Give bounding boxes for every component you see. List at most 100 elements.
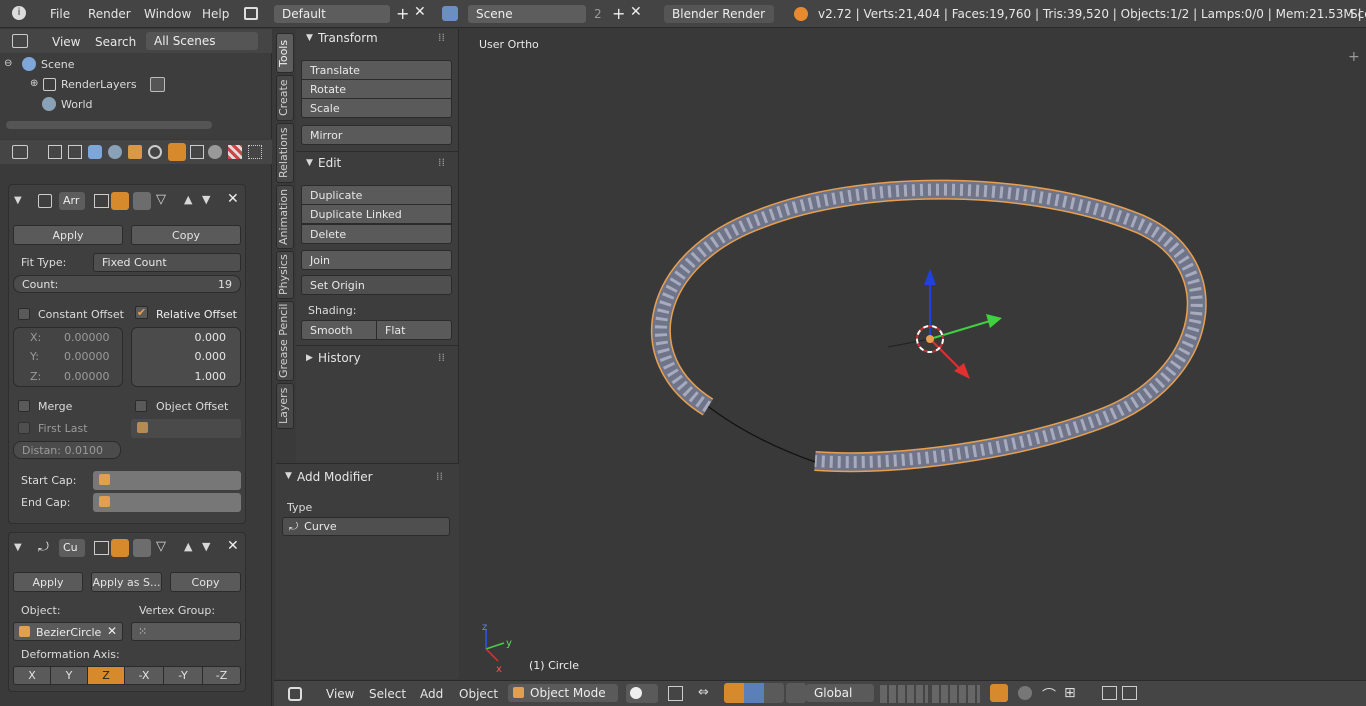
collapse-arrow-icon[interactable]: ▼ [14, 195, 22, 206]
curve-name-field[interactable]: Cu [59, 539, 85, 557]
orientation-select[interactable]: Global [806, 684, 874, 702]
relative-offset-checkbox[interactable]: ✔ [135, 306, 148, 319]
const-y-value[interactable]: 0.00000 [64, 350, 110, 363]
move-down-icon[interactable]: ▼ [202, 193, 210, 206]
menu-file[interactable]: File [50, 7, 70, 21]
outliner-row-scene[interactable]: ⊖ Scene [0, 55, 272, 75]
screen-layout-icon[interactable] [244, 7, 258, 20]
delete-button[interactable]: Delete [301, 224, 452, 244]
close-scene-icon[interactable]: ✕ [630, 4, 642, 20]
history-header[interactable]: History [318, 351, 361, 365]
tab-physics[interactable]: Physics [276, 251, 294, 299]
rotate-button[interactable]: Rotate [301, 79, 452, 99]
drag-handle-icon[interactable]: ⁞⁞ [438, 351, 445, 364]
fit-type-select[interactable]: Fixed Count [93, 253, 241, 272]
cage-toggle-icon[interactable]: ▽ [156, 539, 166, 554]
rotate-manipulator-icon[interactable] [744, 683, 764, 703]
add-layout-icon[interactable]: + [396, 4, 409, 23]
modifiers-tab-icon[interactable] [168, 143, 186, 161]
collapse-arrow-icon[interactable]: ▼ [306, 158, 313, 168]
edit-header[interactable]: Edit [318, 156, 341, 170]
move-down-icon[interactable]: ▼ [202, 540, 210, 553]
cage-toggle-icon[interactable]: ▽ [156, 192, 166, 207]
outliner-scrollbar[interactable] [6, 121, 212, 129]
move-up-icon[interactable]: ▲ [184, 193, 192, 206]
outliner-menu-view[interactable]: View [52, 35, 80, 49]
translate-button[interactable]: Translate [301, 60, 452, 80]
editmode-toggle-icon[interactable] [133, 539, 151, 557]
close-layout-icon[interactable]: ✕ [414, 4, 426, 20]
first-last-checkbox[interactable] [18, 422, 30, 434]
axis-neg-z-button[interactable]: -Z [202, 666, 241, 685]
shading-select[interactable] [626, 684, 658, 703]
merge-distance-field[interactable]: Distan: 0.0100 [13, 441, 121, 459]
smooth-button[interactable]: Smooth [301, 320, 377, 340]
remove-modifier-icon[interactable]: ✕ [227, 538, 239, 554]
scene-icon[interactable] [442, 6, 458, 21]
menu-object[interactable]: Object [459, 687, 498, 701]
editor-type-icon[interactable] [12, 145, 28, 159]
axis-z-button[interactable]: Z [87, 666, 125, 685]
scale-button[interactable]: Scale [301, 98, 452, 118]
curve-apply-button[interactable]: Apply [13, 572, 83, 592]
menu-help[interactable]: Help [202, 7, 229, 21]
axis-neg-y-button[interactable]: -Y [163, 666, 203, 685]
curve-copy-button[interactable]: Copy [170, 572, 241, 592]
array-apply-button[interactable]: Apply [13, 225, 123, 245]
curve-object-field[interactable]: BezierCircle ✕ [13, 622, 123, 641]
move-up-icon[interactable]: ▲ [184, 540, 192, 553]
mode-select[interactable]: Object Mode [508, 684, 618, 702]
rel-y-value[interactable]: 0.000 [195, 350, 227, 363]
drag-handle-icon[interactable]: ⁞⁞ [438, 156, 445, 169]
merge-checkbox[interactable] [18, 400, 30, 412]
expand-icon[interactable]: ⊕ [30, 78, 38, 89]
render-tab-icon[interactable] [48, 145, 62, 159]
axis-y-button[interactable]: Y [50, 666, 88, 685]
render-toggle-icon[interactable] [94, 194, 109, 208]
proportional-falloff-icon[interactable]: ⌒ [1042, 685, 1056, 705]
pivot-icon[interactable] [668, 686, 683, 701]
outliner-row-renderlayers[interactable]: ⊕ RenderLayers [0, 75, 272, 95]
add-scene-icon[interactable]: + [612, 4, 625, 23]
collapse-arrow-icon[interactable]: ▼ [285, 471, 292, 481]
axis-neg-x-button[interactable]: -X [124, 666, 164, 685]
scene-field[interactable]: Scene [468, 5, 586, 23]
offset-object-field[interactable] [131, 419, 241, 438]
layers-grid-2[interactable] [932, 685, 980, 703]
mirror-button[interactable]: Mirror [301, 125, 452, 145]
viewport-3d[interactable]: User Ortho + z y x (1) Circle [460, 29, 1366, 679]
manipulator-icon[interactable]: ⇔ [698, 685, 709, 700]
data-tab-icon[interactable] [190, 145, 204, 159]
editor-type-icon[interactable] [288, 687, 302, 701]
constraints-tab-icon[interactable] [148, 145, 162, 159]
render-toggle-icon[interactable] [94, 541, 109, 555]
info-icon[interactable]: i [12, 6, 26, 20]
curve-apply-shape-button[interactable]: Apply as S... [91, 572, 162, 592]
outliner-row-world[interactable]: World [0, 95, 272, 115]
collapse-arrow-icon[interactable]: ▼ [14, 542, 22, 553]
axis-x-button[interactable]: X [13, 666, 51, 685]
menu-select[interactable]: Select [369, 687, 406, 701]
editor-type-icon[interactable] [12, 34, 28, 48]
tab-create[interactable]: Create [276, 75, 294, 121]
screen-layout-field[interactable]: Default [274, 5, 390, 23]
tab-tools[interactable]: Tools [276, 33, 294, 73]
const-x-value[interactable]: 0.00000 [64, 331, 110, 344]
editmode-toggle-icon[interactable] [133, 192, 151, 210]
drag-handle-icon[interactable]: ⁞⁞ [438, 31, 445, 44]
clear-object-icon[interactable]: ✕ [107, 624, 117, 638]
rel-z-value[interactable]: 1.000 [195, 370, 227, 383]
snap-element-icon[interactable] [786, 683, 806, 703]
material-tab-icon[interactable] [208, 145, 222, 159]
tab-grease-pencil[interactable]: Grease Pencil [276, 301, 294, 381]
modifier-type-select[interactable]: ⤾ Curve [282, 517, 450, 536]
proportional-edit-icon[interactable] [1018, 686, 1032, 700]
layers-grid-1[interactable] [880, 685, 928, 703]
end-cap-field[interactable] [93, 493, 241, 512]
duplicate-linked-button[interactable]: Duplicate Linked [301, 204, 452, 224]
set-origin-select[interactable]: Set Origin [301, 275, 452, 295]
collapse-arrow-icon[interactable]: ▼ [306, 33, 313, 43]
menu-window[interactable]: Window [144, 7, 191, 21]
layers-tab-icon[interactable] [68, 145, 82, 159]
array-name-field[interactable]: Arr [59, 192, 85, 210]
